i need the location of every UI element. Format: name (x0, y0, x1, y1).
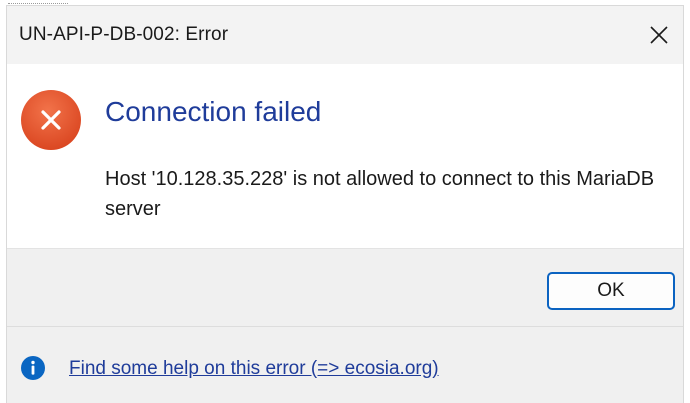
dialog-footer: Find some help on this error (=> ecosia.… (7, 326, 683, 403)
background-artifact (8, 0, 68, 4)
error-dialog: UN-API-P-DB-002: Error Connection failed… (7, 6, 683, 403)
close-icon (650, 26, 668, 44)
button-bar: OK (7, 248, 683, 327)
error-message: Host '10.128.35.228' is not allowed to c… (105, 168, 655, 220)
error-icon (21, 90, 81, 150)
close-button[interactable] (635, 6, 683, 64)
ok-button[interactable]: OK (547, 272, 675, 310)
help-link[interactable]: Find some help on this error (=> ecosia.… (69, 358, 439, 380)
dialog-titlebar[interactable]: UN-API-P-DB-002: Error (7, 6, 683, 64)
screen: UN-API-P-DB-002: Error Connection failed… (0, 0, 690, 403)
dialog-title: UN-API-P-DB-002: Error (19, 24, 229, 45)
info-icon (21, 356, 45, 380)
dialog-heading: Connection failed (105, 96, 322, 127)
dialog-body: Connection failed Host '10.128.35.228' i… (7, 64, 683, 248)
